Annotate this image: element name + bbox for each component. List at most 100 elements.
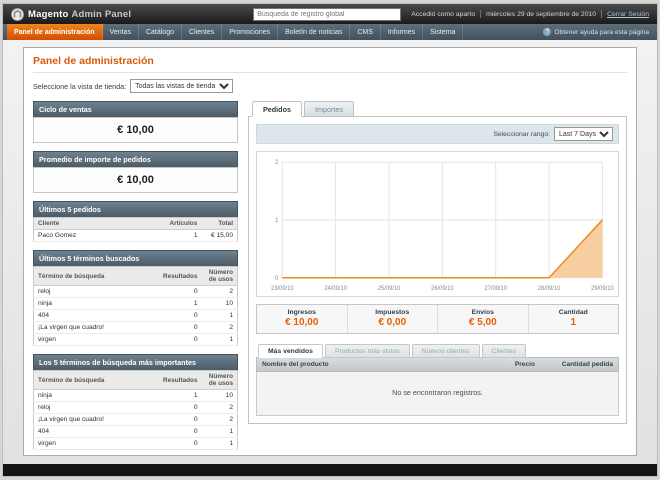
tab-productos-mas-vistos[interactable]: Productos más vistos <box>324 344 410 358</box>
store-view-label: Seleccione la vista de tienda: <box>33 81 127 91</box>
diagram-panel: Seleccionar rango: Last 7 Days 0 1 2 23/09/… <box>248 116 627 424</box>
current-date: miércoles 29 de septiembre de 2010 <box>486 10 597 18</box>
uses-cell: 1 <box>201 425 238 438</box>
tab-mas-vendidos[interactable]: Más vendidos <box>258 344 323 358</box>
uses-cell: 1 <box>201 309 238 322</box>
uses-cell: 10 <box>201 389 238 402</box>
term-cell: 404 <box>33 309 160 322</box>
column-header: Artículos <box>165 217 202 230</box>
column-header: Resultados <box>159 266 202 286</box>
nav-item-informes[interactable]: Informes <box>381 24 424 40</box>
tab-pedidos[interactable]: Pedidos <box>252 101 302 117</box>
nav-item-boletin[interactable]: Boletín de noticias <box>278 24 351 40</box>
stat-ingresos: Ingresos € 10,00 <box>257 305 348 333</box>
global-search-input[interactable] <box>253 7 402 21</box>
results-cell: 0 <box>159 425 202 438</box>
column-header: Resultados <box>159 370 202 390</box>
term-cell: ninja <box>33 297 160 310</box>
table-row[interactable]: ninja 1 10 <box>33 389 238 402</box>
table-header-row: Término de búsqueda Resultados Número de… <box>33 370 238 390</box>
divider <box>601 10 603 18</box>
term-cell: virgen <box>33 437 160 450</box>
page-help-link[interactable]: ? Obtener ayuda para esta página <box>543 24 653 40</box>
totals-bar: Ingresos € 10,00 Impuestos € 0,00 Envíos… <box>256 304 619 334</box>
lifetime-sales-box: Ciclo de ventas € 10,00 <box>33 101 238 143</box>
svg-text:28/09/10: 28/09/10 <box>538 286 561 292</box>
results-cell: 0 <box>159 321 202 334</box>
last-search-terms-title: Últimos 5 términos buscados <box>33 250 238 266</box>
content-background: Panel de administración Seleccione la vi… <box>3 40 657 464</box>
stat-value: € 5,00 <box>468 317 497 328</box>
nav-item-ventas[interactable]: Ventas <box>103 24 139 40</box>
uses-cell: 1 <box>201 437 238 450</box>
items-cell: 1 <box>165 229 202 242</box>
column-header: Cantidad pedida <box>561 361 613 368</box>
orders-chart-svg: 0 1 2 23/09/10 24/09/10 25/09/10 26/09/10 27/09… <box>271 160 614 292</box>
tab-clientes[interactable]: Clientes <box>481 344 527 358</box>
stat-value: 1 <box>570 317 577 328</box>
total-cell: € 15,00 <box>201 229 238 242</box>
logout-link[interactable]: Cerrar Sesión <box>607 11 649 18</box>
results-cell: 1 <box>159 389 202 402</box>
table-row[interactable]: ¡La virgen que cuadro! 0 2 <box>33 413 238 426</box>
table-row[interactable]: reloj 0 2 <box>33 401 238 414</box>
nav-item-cms[interactable]: CMS <box>350 24 381 40</box>
column-header: Cliente <box>33 217 166 230</box>
table-row[interactable]: ninja 1 10 <box>33 297 238 310</box>
store-view-switcher: Seleccione la vista de tienda: Todas las… <box>33 79 627 93</box>
table-row[interactable]: reloj 0 2 <box>33 285 238 298</box>
last-search-terms-box: Últimos 5 términos buscados Término de b… <box>33 250 238 346</box>
table-row[interactable]: virgen 0 1 <box>33 437 238 450</box>
table-row[interactable]: 404 0 1 <box>33 309 238 322</box>
logged-in-as: Accedió como aparto <box>411 10 476 18</box>
global-search <box>253 7 402 21</box>
svg-text:26/09/10: 26/09/10 <box>431 286 454 292</box>
nav-item-promociones[interactable]: Promociones <box>222 24 279 40</box>
svg-text:0: 0 <box>275 276 279 282</box>
tab-importes[interactable]: Importes <box>303 101 354 117</box>
table-row[interactable]: Paco Gomez 1 € 15,00 <box>33 229 238 242</box>
top-search-terms-table: Término de búsqueda Resultados Número de… <box>33 370 238 450</box>
uses-cell: 10 <box>201 297 238 310</box>
top-search-terms-title: Los 5 términos de búsqueda más important… <box>33 354 238 370</box>
last-orders-box: Últimos 5 pedidos Cliente Artículos Tota… <box>33 201 238 242</box>
nav-item-dashboard[interactable]: Panel de administración <box>7 24 103 40</box>
term-cell: virgen <box>33 333 160 346</box>
column-header: Término de búsqueda <box>33 266 160 286</box>
main-nav: Panel de administración Ventas Catálogo … <box>3 24 657 40</box>
term-cell: reloj <box>33 285 160 298</box>
divider <box>33 72 627 73</box>
customer-cell: Paco Gomez <box>33 229 166 242</box>
uses-cell: 1 <box>201 333 238 346</box>
lifetime-sales-value: € 10,00 <box>33 117 238 143</box>
brand-name: Magento <box>28 8 69 20</box>
stat-label: Impuestos <box>375 309 410 316</box>
nav-item-sistema[interactable]: Sistema <box>423 24 464 40</box>
range-label: Seleccionar rango: <box>493 130 550 138</box>
column-header: Total <box>201 217 238 230</box>
svg-text:23/09/10: 23/09/10 <box>271 286 294 292</box>
uses-cell: 2 <box>201 401 238 414</box>
nav-item-catalogo[interactable]: Catálogo <box>139 24 182 40</box>
nav-item-clientes[interactable]: Clientes <box>182 24 223 40</box>
account-bar: Accedió como aparto miércoles 29 de sept… <box>411 10 649 18</box>
svg-text:24/09/10: 24/09/10 <box>324 286 347 292</box>
stat-value: € 10,00 <box>285 317 319 328</box>
table-row[interactable]: 404 0 1 <box>33 425 238 438</box>
svg-text:27/09/10: 27/09/10 <box>484 286 507 292</box>
results-cell: 0 <box>159 401 202 414</box>
column-header: Número de usos <box>201 266 238 286</box>
stat-value: € 0,00 <box>378 317 407 328</box>
table-row[interactable]: virgen 0 1 <box>33 333 238 346</box>
table-row[interactable]: ¡La virgen que cuadro! 0 2 <box>33 321 238 334</box>
range-select[interactable]: Last 7 Days <box>554 127 613 141</box>
results-cell: 1 <box>159 297 202 310</box>
store-view-select[interactable]: Todas las vistas de tienda <box>130 79 234 93</box>
uses-cell: 2 <box>201 285 238 298</box>
tab-nuevos-clientes[interactable]: Nuevos clientes <box>411 344 480 358</box>
stat-label: Cantidad <box>558 309 588 316</box>
column-header: Precio <box>514 361 535 368</box>
brand-subtitle: Admin Panel <box>71 8 132 20</box>
last-orders-title: Últimos 5 pedidos <box>33 201 238 217</box>
uses-cell: 2 <box>201 413 238 426</box>
